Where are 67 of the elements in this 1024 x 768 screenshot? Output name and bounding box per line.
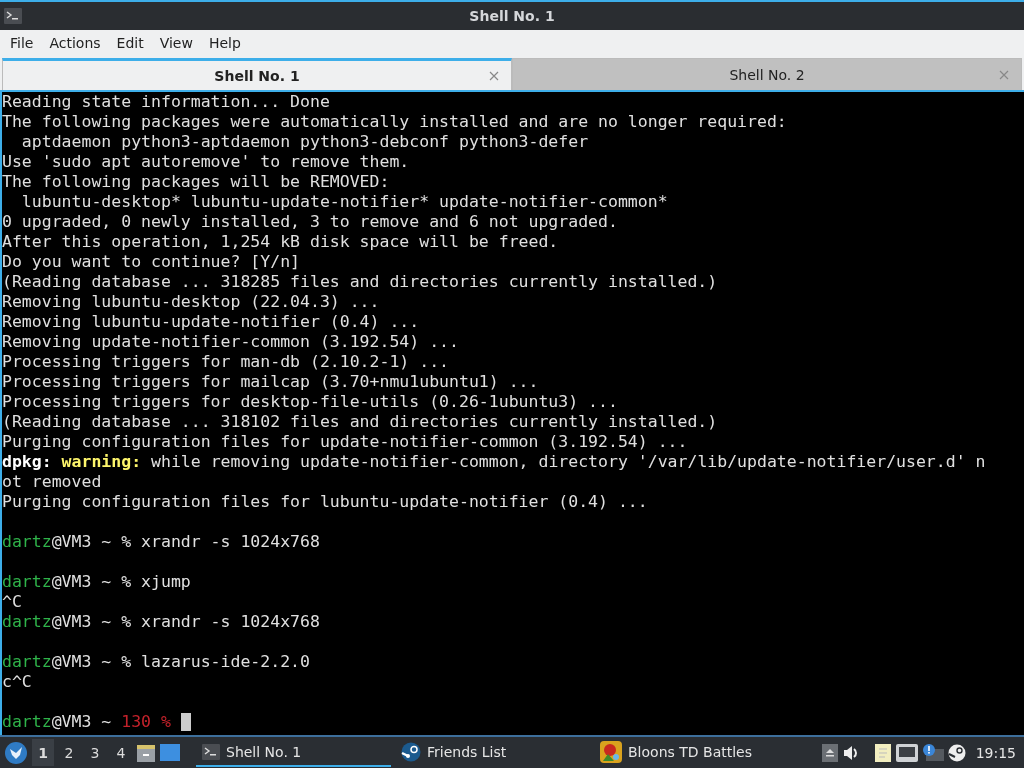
terminal-text: Processing triggers for man-db (2.10.2-1) ... — [2, 352, 450, 372]
window-title: Shell No. 1 — [468, 8, 556, 24]
notification-icon[interactable] — [921, 742, 944, 763]
volume-icon[interactable] — [841, 743, 860, 762]
start-menu-icon[interactable] — [4, 740, 28, 765]
clock: 19:15 — [975, 744, 1016, 761]
warning-label: warning: — [61, 452, 142, 472]
terminal-text: dpkg: — [2, 452, 53, 472]
terminal-text: @VM3 ~ % lazarus-ide-2.2.0 — [51, 652, 310, 672]
prompt-user: dartz — [2, 712, 52, 732]
terminal-text: Use 'sudo apt autoremove' to remove them. — [2, 152, 410, 172]
terminal-text: @VM3 ~ % xrandr -s 1024x768 — [51, 532, 320, 552]
prompt-user: dartz — [2, 572, 52, 592]
prompt-user: dartz — [2, 532, 52, 552]
terminal-icon — [202, 743, 220, 760]
desktop-switcher[interactable]: 3 — [84, 739, 106, 766]
terminal-text: @VM3 ~ % xjump — [51, 572, 191, 592]
terminal-icon — [4, 8, 22, 24]
tab[interactable]: Shell No. 1 — [2, 58, 512, 90]
terminal-text: Removing update-notifier-common (3.192.54) ... — [2, 332, 459, 352]
terminal[interactable] — [0, 90, 1024, 735]
taskbar-button[interactable]: Shell No. 1 — [196, 738, 391, 767]
terminal-text: Processing triggers for mailcap (3.70+nmu1ubuntu1) ... — [2, 372, 539, 392]
tab[interactable]: Shell No. 2 — [512, 58, 1022, 90]
steam-icon — [401, 741, 421, 762]
terminal-text: Removing lubuntu-update-notifier (0.4) ... — [2, 312, 420, 332]
clipboard-icon[interactable] — [873, 742, 892, 763]
terminal-text: 0 upgraded, 0 newly installed, 3 to remove and 6 not upgraded. — [2, 212, 618, 232]
terminal-text: Removing lubuntu-desktop (22.04.3) ... — [2, 292, 380, 312]
show-desktop-icon[interactable] — [160, 743, 180, 762]
tray-expand-icon[interactable] — [821, 743, 838, 762]
desktop-switcher[interactable]: 1 — [32, 739, 54, 766]
terminal-text: ^C — [2, 592, 22, 612]
terminal-text: @VM3 ~ — [51, 712, 113, 732]
terminal-text: ot removed — [2, 472, 102, 492]
menu-item[interactable]: Actions — [41, 35, 109, 51]
terminal-text: Processing triggers for desktop-file-utils (0.26-1ubuntu3) ... — [2, 392, 618, 412]
terminal-text: aptdaemon python3-aptdaemon python3-debconf python3-defer — [20, 132, 589, 152]
file-manager-icon[interactable] — [136, 742, 156, 763]
close-icon[interactable] — [489, 70, 499, 81]
terminal-text: (Reading database ... 318102 files and directories currently installed.) — [2, 412, 718, 432]
terminal-text: Reading state information... Done — [2, 92, 330, 112]
taskbar-button[interactable]: Bloons TD Battles — [594, 738, 789, 767]
menu-item[interactable]: Edit — [108, 35, 152, 51]
desktop-switcher[interactable]: 2 — [58, 739, 80, 766]
menu-item[interactable]: Help — [200, 35, 249, 51]
network-icon[interactable] — [895, 743, 918, 762]
game-icon — [600, 740, 622, 763]
terminal-text: while removing update-notifier-common, directory '/var/lib/update-notifier/user.d' n — [150, 452, 986, 472]
taskbar-button[interactable]: Friends List — [395, 738, 590, 767]
terminal-text: (Reading database ... 318285 files and directories currently installed.) — [2, 272, 718, 292]
prompt-user: dartz — [2, 652, 52, 672]
menu-item[interactable]: File — [2, 35, 42, 51]
terminal-text: After this operation, 1,254 kB disk space will be freed. — [2, 232, 559, 252]
menu-item[interactable]: View — [151, 35, 201, 51]
terminal-text: The following packages will be REMOVED: — [2, 172, 390, 192]
terminal-text: c^C — [2, 672, 32, 692]
terminal-text: @VM3 ~ % xrandr -s 1024x768 — [51, 612, 320, 632]
terminal-text: Purging configuration files for lubuntu-update-notifier (0.4) ... — [2, 492, 648, 512]
steam-icon[interactable] — [947, 743, 966, 762]
terminal-text: The following packages were automatically installed and are no longer required: — [2, 112, 787, 132]
prompt-user: dartz — [2, 612, 52, 632]
desktop-switcher[interactable]: 4 — [110, 739, 132, 766]
terminal-text: Do you want to continue? [Y/n] — [2, 252, 300, 272]
terminal-text: lubuntu-desktop* lubuntu-update-notifier* update-notifier-common* — [20, 192, 668, 212]
terminal-text: Purging configuration files for update-notifier-common (3.192.54) ... — [2, 432, 688, 452]
exit-status: 130 % — [121, 712, 171, 732]
